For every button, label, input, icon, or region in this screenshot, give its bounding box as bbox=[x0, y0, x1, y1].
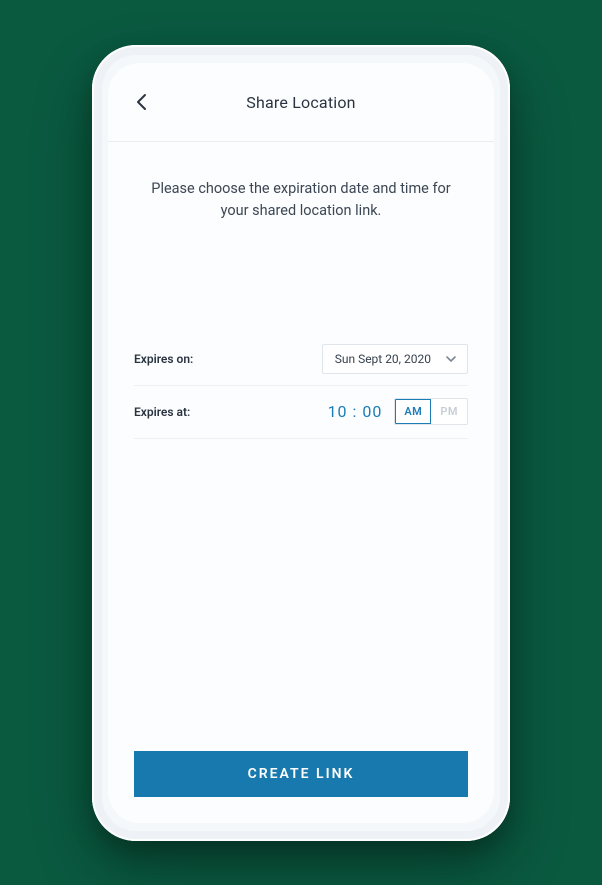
content: Please choose the expiration date and ti… bbox=[108, 142, 494, 751]
page-title: Share Location bbox=[246, 93, 355, 112]
chevron-left-icon bbox=[135, 93, 149, 111]
time-value[interactable]: 10 : 00 bbox=[328, 402, 383, 421]
chevron-down-icon bbox=[445, 354, 457, 364]
expires-on-select[interactable]: Sun Sept 20, 2020 bbox=[322, 344, 468, 374]
expires-at-label: Expires at: bbox=[134, 405, 190, 419]
screen: Share Location Please choose the expirat… bbox=[108, 63, 494, 823]
row-expires-on: Expires on: Sun Sept 20, 2020 bbox=[134, 333, 468, 386]
am-button[interactable]: AM bbox=[395, 399, 431, 424]
row-expires-at: Expires at: 10 : 00 AM PM bbox=[134, 386, 468, 439]
phone-frame: Share Location Please choose the expirat… bbox=[92, 45, 510, 841]
ampm-toggle: AM PM bbox=[394, 398, 468, 425]
expires-on-label: Expires on: bbox=[134, 352, 193, 366]
pm-button[interactable]: PM bbox=[431, 399, 467, 424]
form-rows: Expires on: Sun Sept 20, 2020 Expires at… bbox=[134, 333, 468, 439]
header: Share Location bbox=[108, 63, 494, 142]
create-link-button[interactable]: CREATE LINK bbox=[134, 751, 468, 797]
intro-text: Please choose the expiration date and ti… bbox=[134, 142, 468, 223]
time-picker: 10 : 00 AM PM bbox=[328, 398, 468, 425]
footer: CREATE LINK bbox=[108, 751, 494, 823]
back-button[interactable] bbox=[128, 88, 156, 116]
expires-on-value: Sun Sept 20, 2020 bbox=[335, 352, 431, 366]
